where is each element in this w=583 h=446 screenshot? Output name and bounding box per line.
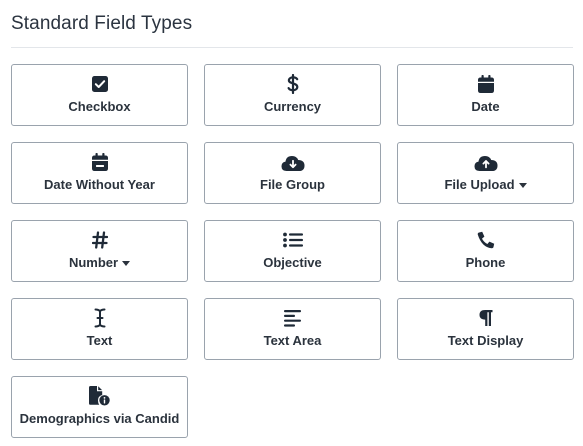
field-type-label: Objective <box>263 255 322 270</box>
section-divider <box>11 47 573 48</box>
field-type-text-button[interactable]: Text <box>11 298 188 360</box>
cloud-upload-icon <box>474 152 498 172</box>
field-type-label: File Upload <box>444 177 515 192</box>
caret-down-icon[interactable] <box>122 261 131 266</box>
field-type-text-display-button[interactable]: Text Display <box>397 298 574 360</box>
field-type-label: Text Area <box>263 333 322 348</box>
field-type-label: Date Without Year <box>44 177 155 192</box>
field-type-label: Number <box>68 255 119 270</box>
field-type-label: Checkbox <box>68 99 131 114</box>
field-type-label: Currency <box>263 99 322 114</box>
field-type-date-button[interactable]: Date <box>397 64 574 126</box>
field-type-text-area-button[interactable]: Text Area <box>204 298 381 360</box>
calendar-minus-icon <box>91 152 108 172</box>
file-info-icon <box>88 386 111 406</box>
caret-down-icon[interactable] <box>518 183 527 188</box>
field-type-objective-button[interactable]: Objective <box>204 220 381 282</box>
field-type-label: Text Display <box>447 333 524 348</box>
field-type-file-group-button[interactable]: File Group <box>204 142 381 204</box>
paragraph-icon <box>479 308 493 328</box>
field-type-grid: Checkbox Currency Date Date Without Year… <box>11 64 574 438</box>
field-type-label: Date <box>471 99 500 114</box>
align-left-icon <box>283 308 302 328</box>
field-type-label: File Group <box>260 177 325 192</box>
field-type-date-without-year-button[interactable]: Date Without Year <box>11 142 188 204</box>
field-type-label: Demographics via Candid <box>19 411 180 426</box>
list-icon <box>282 230 303 250</box>
field-type-number-button[interactable]: Number <box>11 220 188 282</box>
calendar-icon <box>477 74 494 94</box>
checkbox-icon <box>91 74 108 94</box>
section-title: Standard Field Types <box>11 13 193 34</box>
field-type-file-upload-button[interactable]: File Upload <box>397 142 574 204</box>
field-type-demographics-button[interactable]: Demographics via Candid <box>11 376 188 438</box>
field-type-checkbox-button[interactable]: Checkbox <box>11 64 188 126</box>
phone-icon <box>477 230 495 250</box>
dollar-icon <box>287 74 299 94</box>
field-type-currency-button[interactable]: Currency <box>204 64 381 126</box>
hashtag-icon <box>91 230 108 250</box>
cloud-download-icon <box>281 152 305 172</box>
text-cursor-icon <box>94 308 106 328</box>
field-type-label: Text <box>86 333 113 348</box>
field-type-label: Phone <box>465 255 506 270</box>
field-type-phone-button[interactable]: Phone <box>397 220 574 282</box>
